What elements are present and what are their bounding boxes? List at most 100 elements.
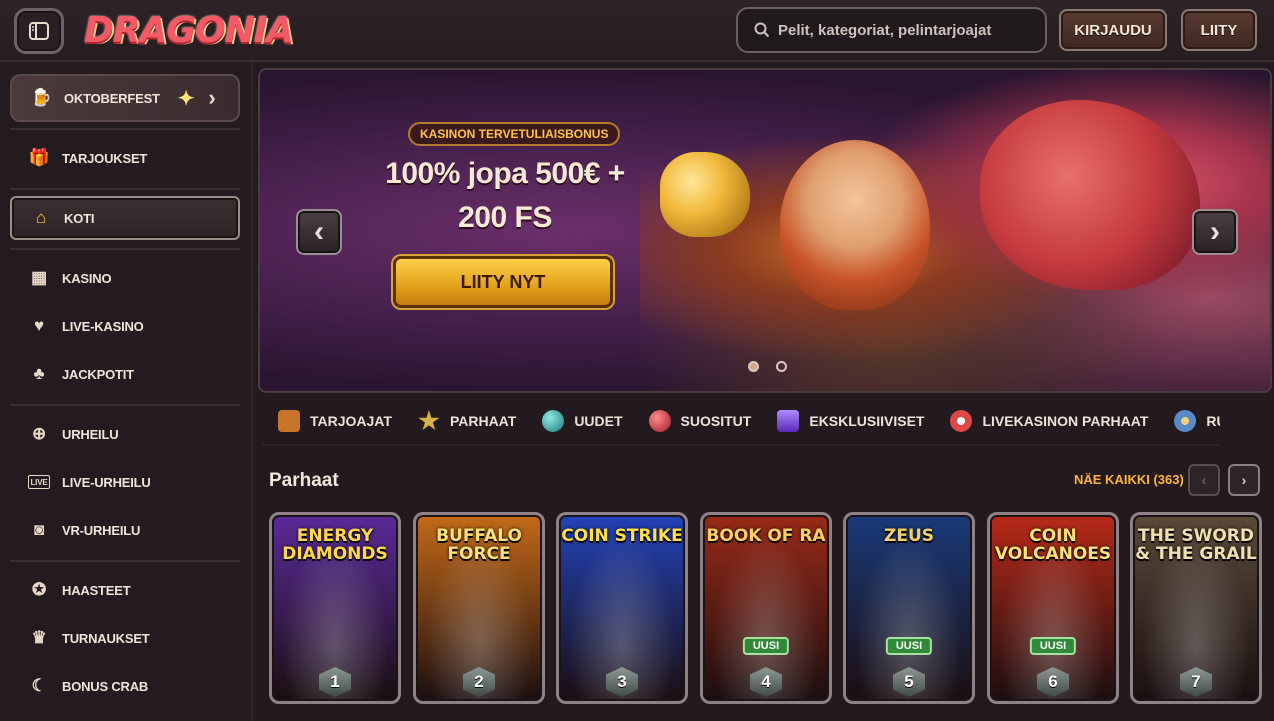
sidebar-divider [10,248,240,250]
sidebar-item-label: LIVE-URHEILU [62,474,151,490]
sidebar-item-label: TARJOUKSET [62,150,148,166]
category-label: LIVEKASINON PARHAAT [982,413,1149,429]
crystal-icon [777,410,800,432]
vr-icon: ◙ [33,520,45,539]
category-parhaat[interactable]: PARHAAT [418,410,516,432]
sidebar-item-oktoberfest[interactable]: 🍺 OKTOBERFEST ✦ › [10,74,240,122]
gold-nugget-illustration [660,152,750,237]
category-suositut[interactable]: SUOSITUT [648,410,751,432]
game-card[interactable]: ZEUS UUSI 5 [843,512,975,704]
new-badge: UUSI [742,637,790,655]
category-uudet[interactable]: UUDET [542,410,623,432]
sidebar-item-label: VR-URHEILU [62,522,141,538]
category-tarjoajat[interactable]: TARJOAJAT [278,410,392,432]
top-header: DRAGONIA Pelit, kategoriat, pelintarjoaj… [0,0,1274,62]
category-label: EKSKLUSIIVISET [809,413,925,429]
sidebar-item-label: KOTI [64,210,95,226]
chevron-right-icon: › [1241,472,1247,488]
category-livekasinon-parhaat[interactable]: LIVEKASINON PARHAAT [950,410,1148,432]
sidebar-item-vr-urheilu[interactable]: ◙ VR-URHEILU [10,508,240,552]
promo-banner[interactable]: KASINON TERVETULIAISBONUS 100% jopa 500€… [258,68,1272,393]
category-label: TARJOAJAT [310,413,392,429]
game-card[interactable]: COIN VOLCANOES UUSI 6 [987,512,1119,704]
slide-dot-2[interactable] [776,361,787,372]
game-title: ZEUS [884,526,934,546]
sidebar-item-haasteet[interactable]: ✪ HAASTEET [10,568,240,612]
games-next-button[interactable]: › [1228,464,1260,496]
category-bar: TARJOAJAT PARHAAT UUDET SUOSITUT EKSKLUS… [262,398,1220,446]
search-input[interactable]: Pelit, kategoriat, pelintarjoajat [736,7,1047,53]
sidebar-item-label: LIVE-KASINO [62,318,144,334]
bomb-icon [648,410,671,432]
join-now-button[interactable]: LIITY NYT [393,256,613,308]
join-button[interactable]: LIITY [1181,9,1257,51]
new-badge: UUSI [885,637,933,655]
rank-badge: 1 [319,667,351,697]
game-card[interactable]: BOOK OF RA UUSI 4 [700,512,832,704]
game-title: BOOK OF RA [706,526,826,546]
gem-icon [542,410,565,432]
sparkle-icon: ✦ [177,87,195,110]
new-badge: UUSI [1029,637,1077,655]
games-prev-button[interactable]: ‹ [1188,464,1220,496]
game-card[interactable]: ENERGY DIAMONDS 1 [269,512,401,704]
sidebar-item-label: BONUS CRAB [62,678,149,694]
sidebar-item-live-kasino[interactable]: ♥ LIVE-KASINO [10,304,240,348]
sidebar-item-koti[interactable]: ⌂ KOTI [10,196,240,240]
game-card[interactable]: THE SWORD & THE GRAIL 7 [1130,512,1262,704]
star-icon [418,410,440,431]
sidebar-divider [10,560,240,562]
chevron-right-icon: › [208,85,216,110]
rank-badge: 2 [463,667,495,697]
bonus-title-line-1: 100% jopa 500€ + [385,157,625,190]
rank-badge: 4 [750,667,782,697]
sidebar-item-jackpotit[interactable]: ♣ JACKPOTIT [10,352,240,396]
game-title: BUFFALO FORCE [436,526,522,564]
game-card[interactable]: BUFFALO FORCE 2 [413,512,545,704]
search-placeholder: Pelit, kategoriat, pelintarjoajat [778,21,992,39]
crab-claw-icon: ☾ [31,676,47,695]
banner-next-button[interactable]: › [1192,209,1238,255]
category-eksklusiiviset[interactable]: EKSKLUSIIVISET [777,410,924,432]
beer-mug-icon: 🍺 [30,88,52,107]
slot-machine-icon: ▦ [31,268,47,287]
bonus-title: 100% jopa 500€ + 200 FS [370,152,640,240]
miner-illustration [780,140,930,310]
slide-dot-1[interactable] [748,361,759,372]
live-icon: LIVE [28,475,50,489]
home-icon: ⌂ [35,208,47,227]
roulette-icon [1174,410,1197,432]
login-button[interactable]: KIRJAUDU [1059,9,1167,51]
category-label: PARHAAT [449,413,517,429]
sidebar-item-label: HAASTEET [62,582,131,598]
sidebar-item-live-urheilu[interactable]: LIVE LIVE-URHEILU [10,460,240,504]
section-title: Parhaat [269,470,339,491]
sidebar-item-bonus-crab[interactable]: ☾ BONUS CRAB [10,664,240,708]
sidebar-item-label: URHEILU [62,426,119,442]
rank-badge: 7 [1180,667,1212,697]
category-ruletti[interactable]: RULETTI [1174,410,1220,432]
search-icon [754,22,770,38]
site-logo[interactable]: DRAGONIA [84,10,294,52]
game-title: ENERGY DIAMONDS [282,526,388,564]
category-label: UUDET [574,413,623,429]
rank-badge: 3 [606,667,638,697]
sidebar-item-tarjoukset[interactable]: 🎁 TARJOUKSET [10,136,240,180]
game-card[interactable]: COIN STRIKE 3 [556,512,688,704]
see-all-link[interactable]: NÄE KAIKKI (363) [1074,472,1184,487]
sidebar-item-label: JACKPOTIT [62,366,134,382]
sidebar-toggle-button[interactable] [14,8,64,54]
sidebar-item-label: OKTOBERFEST [64,90,160,106]
sidebar-item-urheilu[interactable]: ⊕ URHEILU [10,412,240,456]
sidebar-item-kasino[interactable]: ▦ KASINO [10,256,240,300]
banner-prev-button[interactable]: ‹ [296,209,342,255]
sidebar-item-label: KASINO [62,270,112,286]
chevron-left-icon: ‹ [1201,472,1207,488]
bonus-pill: KASINON TERVETULIAISBONUS [408,122,621,146]
game-title: THE SWORD & THE GRAIL [1135,526,1257,564]
rank-badge: 5 [893,667,925,697]
gift-icon: 🎁 [28,148,50,167]
trophy-icon: ♛ [31,628,47,647]
rank-badge: 6 [1037,667,1069,697]
sidebar-item-turnaukset[interactable]: ♛ TURNAUKSET [10,616,240,660]
